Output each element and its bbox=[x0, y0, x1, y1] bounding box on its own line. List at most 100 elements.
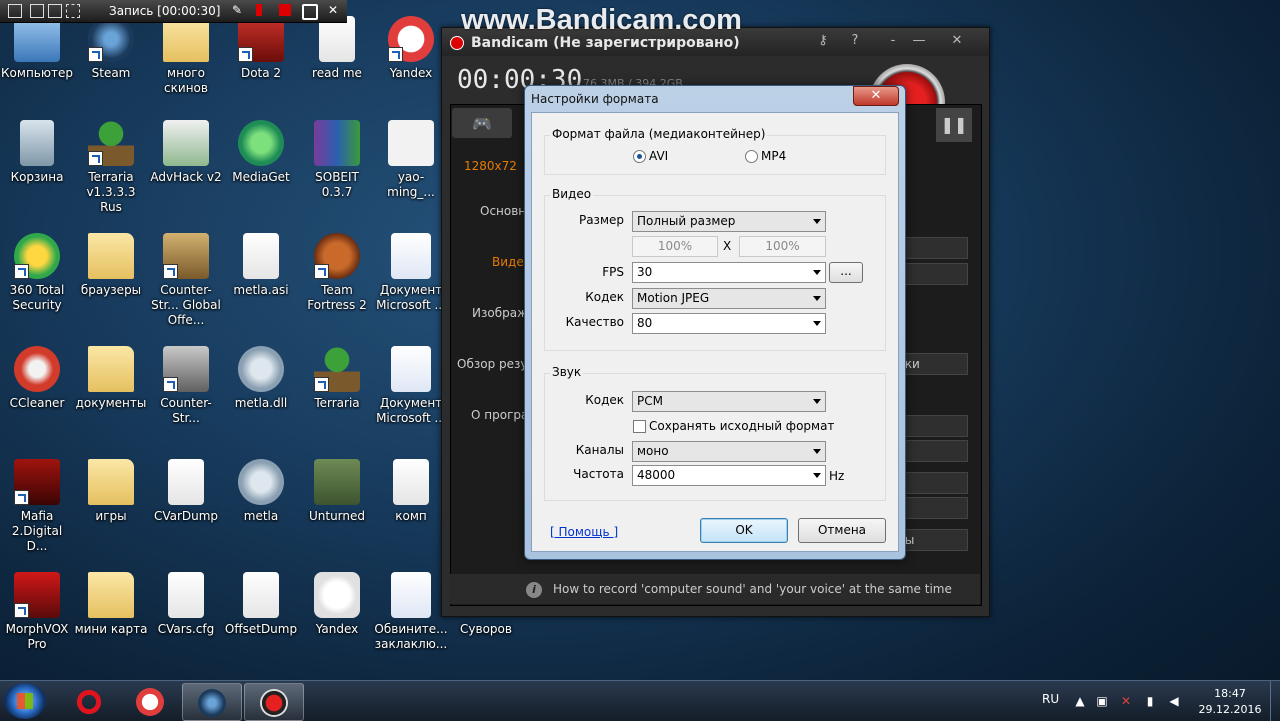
radio-avi[interactable] bbox=[633, 150, 646, 163]
desktop-icon-counter-strike[interactable]: Counter-Str... bbox=[149, 346, 223, 426]
desktop-icon-trash[interactable]: Корзина bbox=[0, 120, 74, 185]
region-icon[interactable] bbox=[48, 4, 62, 18]
radio-avi-label[interactable]: AVI bbox=[649, 149, 668, 163]
fps-select[interactable]: 30 bbox=[632, 262, 826, 283]
desktop-icon-games[interactable]: игры bbox=[74, 459, 148, 524]
desktop-icon-metla-dll[interactable]: metla.dll bbox=[224, 346, 298, 411]
tray-app-icon[interactable]: ▣ bbox=[1095, 694, 1109, 708]
opera-icon bbox=[75, 688, 103, 716]
video-codec-select[interactable]: Motion JPEG bbox=[632, 288, 826, 309]
language-indicator[interactable]: RU bbox=[1042, 692, 1059, 706]
key-icon[interactable]: ⚷ bbox=[810, 32, 836, 50]
desktop-icon-sobeit[interactable]: SOBEIT 0.3.7 bbox=[300, 120, 374, 200]
desktop-icon-terraria-rus[interactable]: Terraria v1.3.3.3 Rus bbox=[74, 120, 148, 215]
window-icon[interactable] bbox=[8, 4, 22, 18]
signal-icon[interactable]: ▮ bbox=[1143, 694, 1157, 708]
desktop-icon-terraria[interactable]: Terraria bbox=[300, 346, 374, 411]
desktop-icon-cvars-cfg[interactable]: CVars.cfg bbox=[149, 572, 223, 637]
desktop-icon-komp[interactable]: комп bbox=[374, 459, 448, 524]
desktop-icon-tf2[interactable]: Team Fortress 2 bbox=[300, 233, 374, 313]
desktop-icon-mediaget[interactable]: MediaGet bbox=[224, 120, 298, 185]
tab-game[interactable]: 🎮 bbox=[452, 108, 512, 138]
desktop-icon-metla-asi[interactable]: metla.asi bbox=[224, 233, 298, 298]
help-icon[interactable]: ? bbox=[842, 32, 868, 50]
close-icon[interactable]: ✕ bbox=[944, 32, 970, 50]
desktop-icon-word-doc-1[interactable]: Документ Microsoft ... bbox=[374, 233, 448, 313]
tray-chevron-icon[interactable]: ▲ bbox=[1073, 694, 1087, 708]
tf2-icon bbox=[314, 233, 360, 279]
csgo-icon bbox=[163, 233, 209, 279]
desktop-icon-steam[interactable]: Steam bbox=[74, 16, 148, 81]
dialog-close-button[interactable]: ✕ bbox=[853, 86, 899, 106]
desktop-icon-skins[interactable]: много скинов bbox=[149, 16, 223, 96]
desktop-icon-offsetdump[interactable]: OffsetDump bbox=[224, 572, 298, 637]
taskbar-item-opera[interactable] bbox=[60, 683, 118, 719]
mediaget-icon bbox=[238, 120, 284, 166]
start-button[interactable] bbox=[4, 683, 46, 719]
desktop-icon-360-security[interactable]: 360 Total Security bbox=[0, 233, 74, 313]
keep-format-label[interactable]: Сохранять исходный формат bbox=[649, 419, 834, 433]
desktop-icon-advhack[interactable]: AdvHack v2 bbox=[149, 120, 223, 185]
document-icon bbox=[168, 572, 204, 618]
pause-icon[interactable] bbox=[256, 4, 262, 16]
desktop-icon-metla[interactable]: metla bbox=[224, 459, 298, 524]
desktop-icon-yandex[interactable]: Yandex bbox=[374, 16, 448, 81]
quality-select[interactable]: 80 bbox=[632, 313, 826, 334]
help-link[interactable]: [ Помощь ] bbox=[550, 525, 618, 539]
desktop-icon-mafia[interactable]: Mafia 2.Digital D... bbox=[0, 459, 74, 554]
desktop-icon-label: Counter-Str... Global Offe... bbox=[151, 283, 221, 327]
taskbar-item-steam[interactable] bbox=[182, 683, 242, 721]
volume-icon[interactable]: ◀ bbox=[1167, 694, 1181, 708]
desktop-icon-label: Yandex bbox=[389, 66, 433, 80]
desktop-icon-word-doc-3[interactable]: Обвините... заклаклю... bbox=[374, 572, 448, 652]
desktop-icon-csgo[interactable]: Counter-Str... Global Offe... bbox=[149, 233, 223, 328]
stop-icon[interactable] bbox=[279, 4, 291, 16]
record-dot-icon bbox=[450, 36, 464, 50]
cancel-button[interactable]: Отмена bbox=[798, 518, 886, 543]
size-select[interactable]: Полный размер bbox=[632, 211, 826, 232]
pause-button[interactable]: ❚❚ bbox=[936, 108, 972, 142]
desktop-icon-readme[interactable]: read me bbox=[300, 16, 374, 81]
taskbar-item-yandex-browser[interactable] bbox=[121, 683, 179, 719]
desktop-icon-yandex-2[interactable]: Yandex bbox=[300, 572, 374, 637]
pencil-icon[interactable]: ✎ bbox=[232, 4, 244, 16]
minimize-icon[interactable]: — bbox=[906, 32, 932, 50]
select-area-icon[interactable] bbox=[66, 4, 80, 18]
shortcut-arrow-icon bbox=[163, 264, 178, 279]
desktop-icon-word-doc-2[interactable]: Документ Microsoft ... bbox=[374, 346, 448, 426]
taskbar-item-bandicam[interactable] bbox=[244, 683, 304, 721]
channels-select[interactable]: моно bbox=[632, 441, 826, 462]
desktop-icon-morphvox[interactable]: MorphVOX Pro bbox=[0, 572, 74, 652]
clock[interactable]: 18:47 29.12.2016 bbox=[1195, 686, 1265, 718]
desktop-icon-documents[interactable]: документы bbox=[74, 346, 148, 411]
shortcut-arrow-icon bbox=[314, 264, 329, 279]
format-settings-dialog: Настройки формата ✕ Формат файла (медиак… bbox=[524, 85, 906, 560]
desktop-icon-cvardump[interactable]: CVarDump bbox=[149, 459, 223, 524]
audio-codec-select[interactable]: PCM bbox=[632, 391, 826, 412]
minimize-small-icon[interactable]: - bbox=[880, 32, 906, 50]
desktop-icon-dota2[interactable]: Dota 2 bbox=[224, 16, 298, 81]
desktop-icon-label: metla bbox=[243, 509, 279, 523]
fps-more-button[interactable]: ... bbox=[829, 262, 863, 283]
tip-bar[interactable]: i How to record 'computer sound' and 'yo… bbox=[450, 574, 980, 604]
desktop-icon-browsers[interactable]: браузеры bbox=[74, 233, 148, 298]
fullscreen-icon[interactable] bbox=[30, 4, 44, 18]
bandicam-title: Bandicam (Не зарегистрировано) bbox=[471, 35, 740, 51]
keep-format-checkbox[interactable] bbox=[633, 420, 646, 433]
network-icon[interactable]: ✕ bbox=[1119, 694, 1133, 708]
desktop-icon-mini-map[interactable]: мини карта bbox=[74, 572, 148, 637]
camera-icon[interactable] bbox=[302, 4, 318, 20]
desktop-icon-ccleaner[interactable]: CCleaner bbox=[0, 346, 74, 411]
ok-button[interactable]: OK bbox=[700, 518, 788, 543]
desktop-icon-label: комп bbox=[395, 509, 427, 523]
desktop-icon-computer[interactable]: Компьютер bbox=[0, 16, 74, 81]
desktop-icon-yao-ming[interactable]: yao-ming_... bbox=[374, 120, 448, 200]
chevron-down-icon bbox=[813, 321, 821, 326]
sample-rate-select[interactable]: 48000 bbox=[632, 465, 826, 486]
radio-mp4-label[interactable]: MP4 bbox=[761, 149, 786, 163]
radio-mp4[interactable] bbox=[745, 150, 758, 163]
close-icon[interactable]: ✕ bbox=[328, 4, 340, 16]
terraria-icon bbox=[88, 120, 134, 166]
desktop-icon-unturned[interactable]: Unturned bbox=[300, 459, 374, 524]
show-desktop-button[interactable] bbox=[1270, 681, 1280, 721]
